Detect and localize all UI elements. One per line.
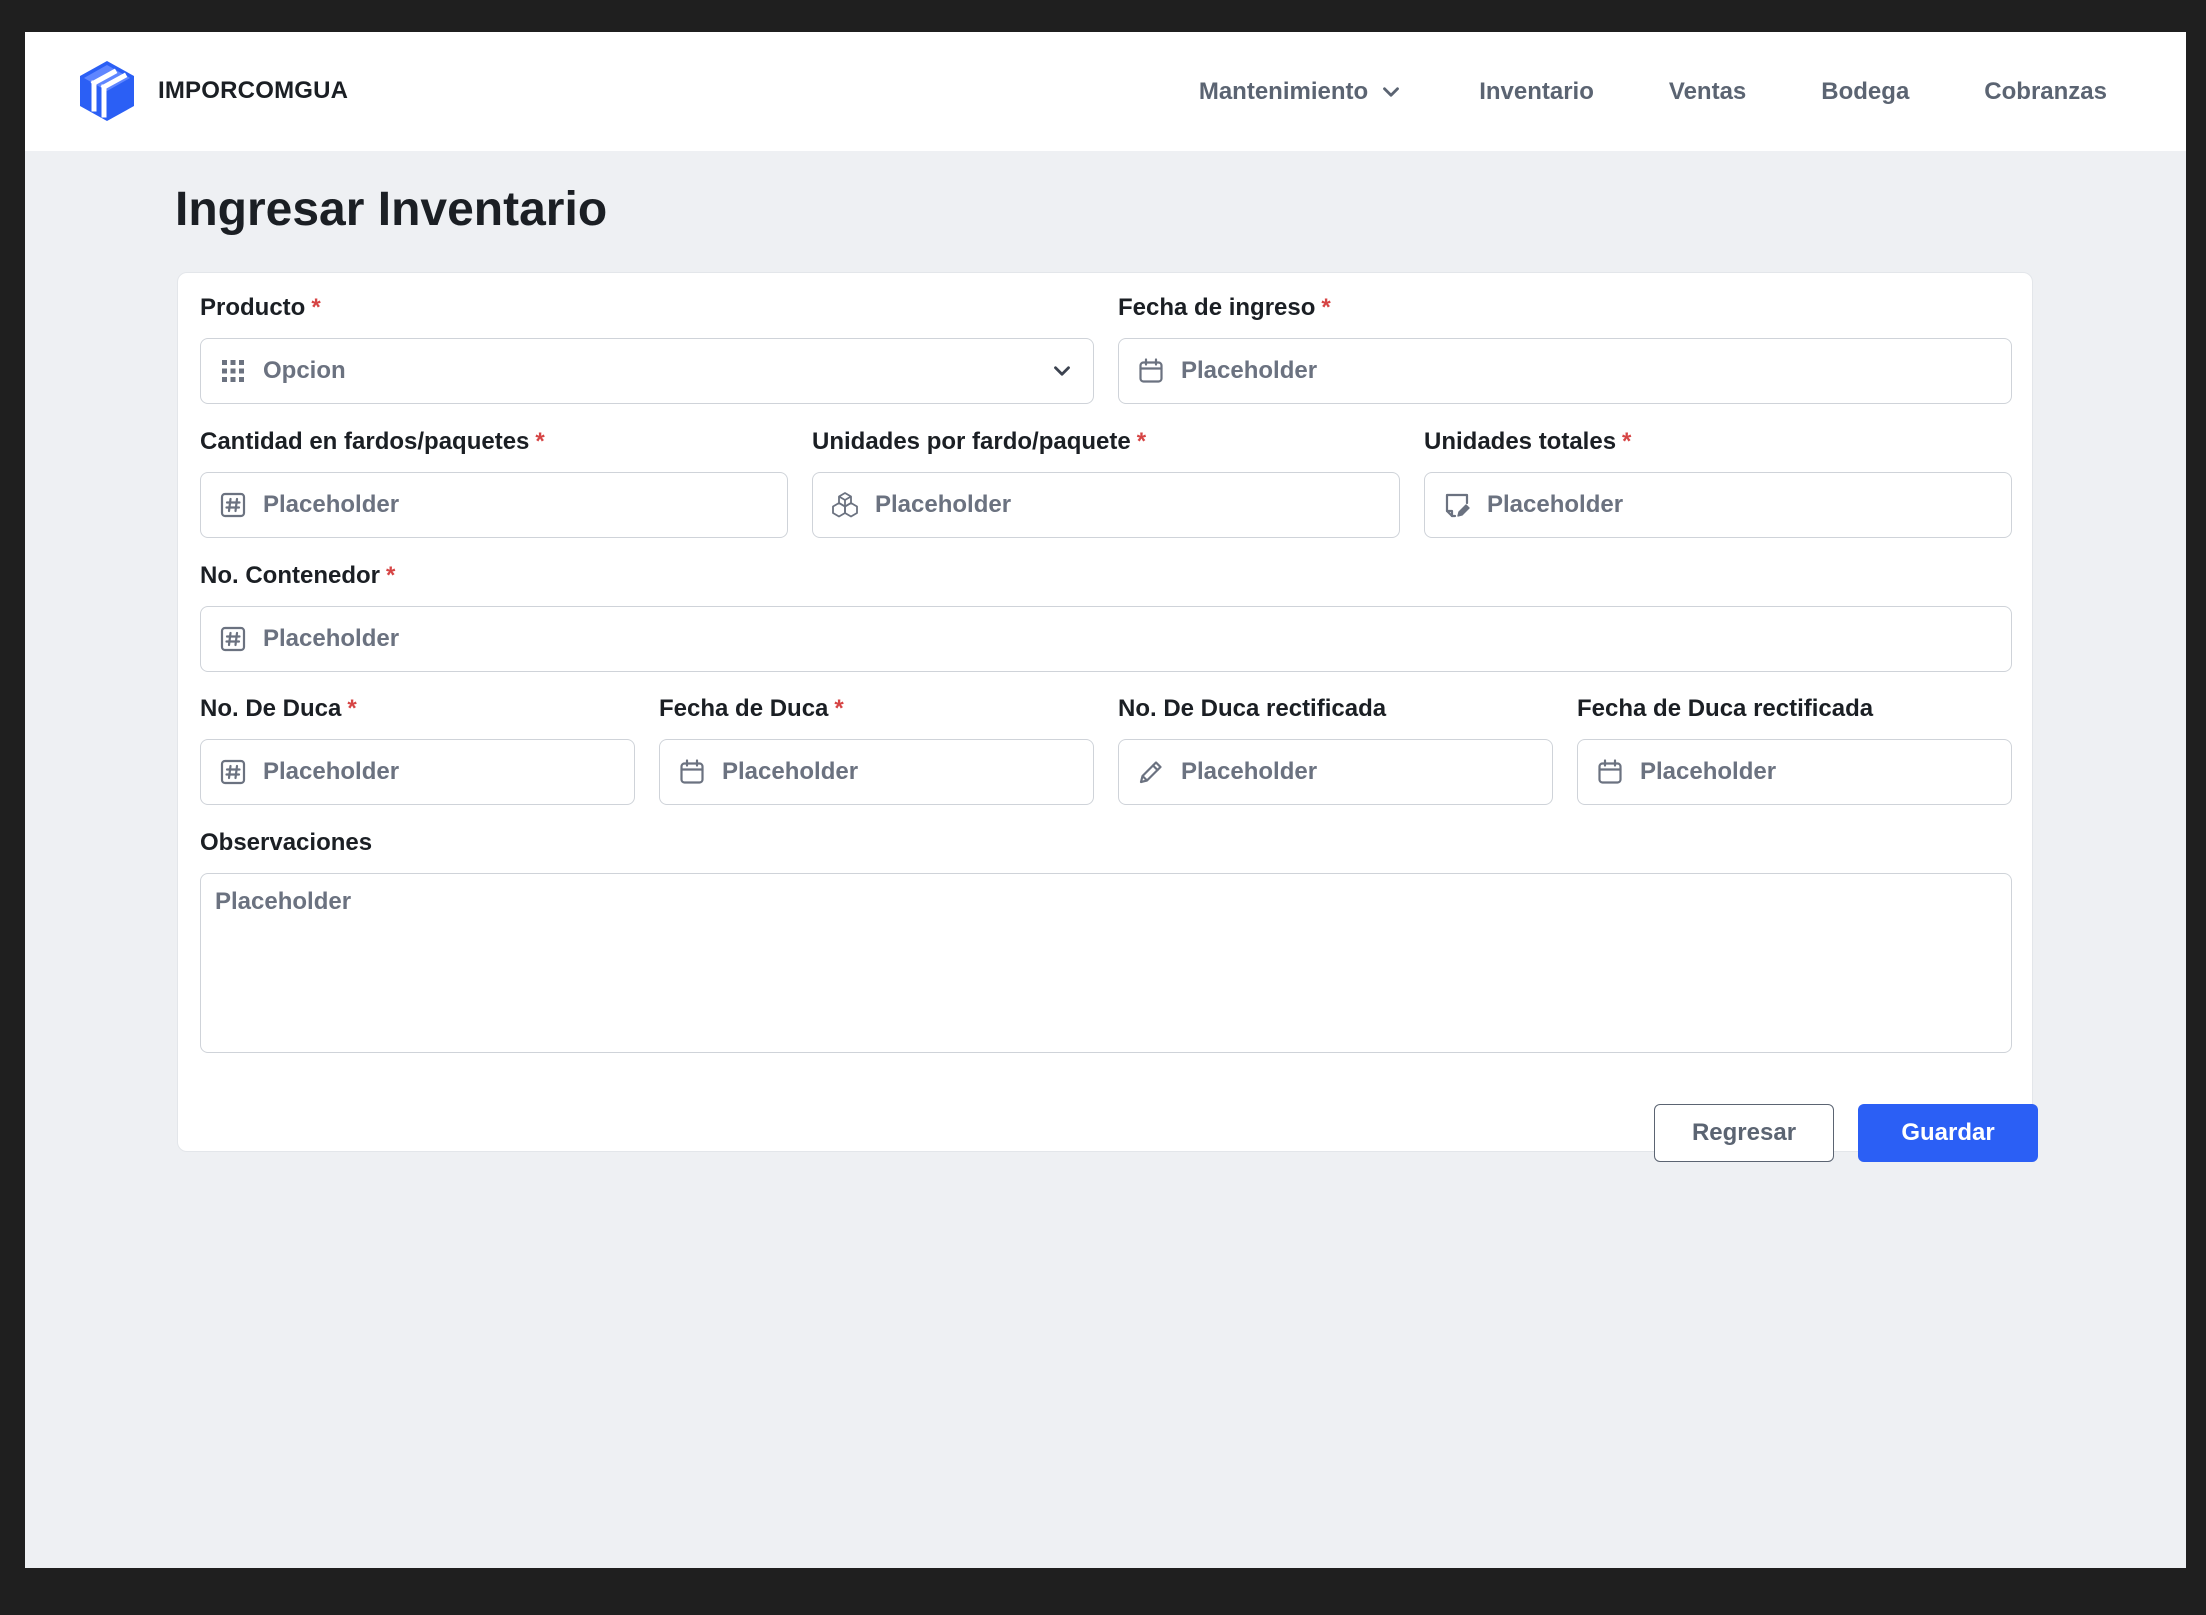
placeholder-text: Placeholder	[722, 758, 859, 785]
hash-icon	[219, 758, 247, 786]
field-unidades-totales: Unidades totales * Placeholder	[1424, 427, 2012, 538]
brand[interactable]: IMPORCOMGUA	[80, 60, 348, 122]
field-cantidad: Cantidad en fardos/paquetes * Placeholder	[200, 427, 788, 538]
placeholder-text: Placeholder	[263, 625, 400, 652]
placeholder-text: Placeholder	[1181, 758, 1318, 785]
save-button[interactable]: Guardar	[1858, 1104, 2038, 1162]
placeholder-text: Placeholder	[1487, 491, 1624, 518]
field-duca-rectificada: No. De Duca rectificada Placeholder	[1118, 694, 1553, 805]
fecha-ingreso-input[interactable]: Placeholder	[1118, 338, 2012, 404]
producto-select[interactable]: Opcion	[200, 338, 1094, 404]
placeholder-text: Placeholder	[215, 888, 352, 915]
contenedor-input[interactable]: Placeholder	[200, 606, 2012, 672]
back-button[interactable]: Regresar	[1654, 1104, 1834, 1162]
main-nav: Mantenimiento Inventario Ventas Bodega C…	[1199, 32, 2107, 151]
placeholder-text: Placeholder	[875, 491, 1012, 518]
grid-icon	[219, 357, 247, 385]
nav-item-label: Ventas	[1668, 77, 1747, 105]
field-observaciones: Observaciones Placeholder	[200, 828, 2012, 1053]
field-producto: Producto * Opcion	[200, 293, 1094, 404]
pencil-icon	[1137, 758, 1165, 786]
field-label: Cantidad en fardos/paquetes *	[200, 428, 545, 455]
field-fecha-ingreso: Fecha de ingreso * Placeholder	[1118, 293, 2012, 404]
observaciones-textarea[interactable]: Placeholder	[200, 873, 2012, 1053]
field-fecha-duca: Fecha de Duca * Placeholder	[659, 694, 1094, 805]
field-label: No. Contenedor *	[200, 562, 396, 589]
box-cube-logo-icon	[80, 61, 134, 121]
nav-item-mantenimiento[interactable]: Mantenimiento	[1199, 78, 1404, 106]
hash-icon	[219, 625, 247, 653]
field-label: Observaciones	[200, 829, 373, 856]
field-label: No. De Duca rectificada	[1118, 695, 1387, 722]
app-window: IMPORCOMGUA Mantenimiento Inventario Ven…	[25, 32, 2186, 1568]
field-label: Producto *	[200, 294, 321, 321]
calendar-icon	[1137, 357, 1165, 385]
nav-item-inventario[interactable]: Inventario	[1479, 78, 1594, 106]
field-unidades-fardo: Unidades por fardo/paquete * Placeholder	[812, 427, 1400, 538]
fecha-duca-input[interactable]: Placeholder	[659, 739, 1094, 805]
brand-name: IMPORCOMGUA	[158, 77, 349, 104]
cantidad-input[interactable]: Placeholder	[200, 472, 788, 538]
duca-input[interactable]: Placeholder	[200, 739, 635, 805]
field-contenedor: No. Contenedor * Placeholder	[200, 561, 2012, 672]
inventory-form-card: Producto * Opcion Fecha de ingreso * Pla…	[177, 272, 2038, 1162]
field-label: Unidades totales *	[1424, 428, 1632, 455]
nav-item-label: Cobranzas	[1984, 77, 2107, 105]
chevron-down-icon	[1383, 86, 1400, 97]
field-fecha-duca-rectificada: Fecha de Duca rectificada Placeholder	[1577, 694, 2012, 805]
placeholder-text: Placeholder	[1640, 758, 1777, 785]
unidades-totales-input[interactable]: Placeholder	[1424, 472, 2012, 538]
boxes-icon	[831, 491, 859, 519]
duca-rectificada-input[interactable]: Placeholder	[1118, 739, 1553, 805]
calendar-icon	[678, 758, 706, 786]
field-duca: No. De Duca * Placeholder	[200, 694, 635, 805]
nav-item-label: Mantenimiento	[1198, 77, 1369, 105]
field-label: Unidades por fardo/paquete *	[812, 428, 1147, 455]
fecha-duca-rectificada-input[interactable]: Placeholder	[1577, 739, 2012, 805]
placeholder-text: Placeholder	[263, 491, 400, 518]
placeholder-text: Placeholder	[1181, 357, 1318, 384]
page-title: Ingresar Inventario	[175, 183, 608, 236]
field-label: Fecha de Duca rectificada	[1577, 695, 1874, 722]
note-edit-icon	[1443, 491, 1471, 519]
field-label: Fecha de Duca *	[659, 695, 844, 722]
hash-icon	[219, 491, 247, 519]
selected-value: Opcion	[263, 357, 346, 384]
field-label: Fecha de ingreso *	[1118, 294, 1331, 321]
top-navbar: IMPORCOMGUA Mantenimiento Inventario Ven…	[25, 32, 2186, 151]
field-label: No. De Duca *	[200, 695, 357, 722]
nav-item-bodega[interactable]: Bodega	[1821, 78, 1909, 106]
nav-item-cobranzas[interactable]: Cobranzas	[1984, 78, 2107, 106]
unidades-fardo-input[interactable]: Placeholder	[812, 472, 1400, 538]
nav-item-ventas[interactable]: Ventas	[1669, 78, 1746, 106]
placeholder-text: Placeholder	[263, 758, 400, 785]
calendar-icon	[1596, 758, 1624, 786]
nav-item-label: Bodega	[1821, 77, 1910, 105]
nav-item-label: Inventario	[1479, 77, 1594, 105]
chevron-down-icon[interactable]	[1049, 358, 1075, 384]
